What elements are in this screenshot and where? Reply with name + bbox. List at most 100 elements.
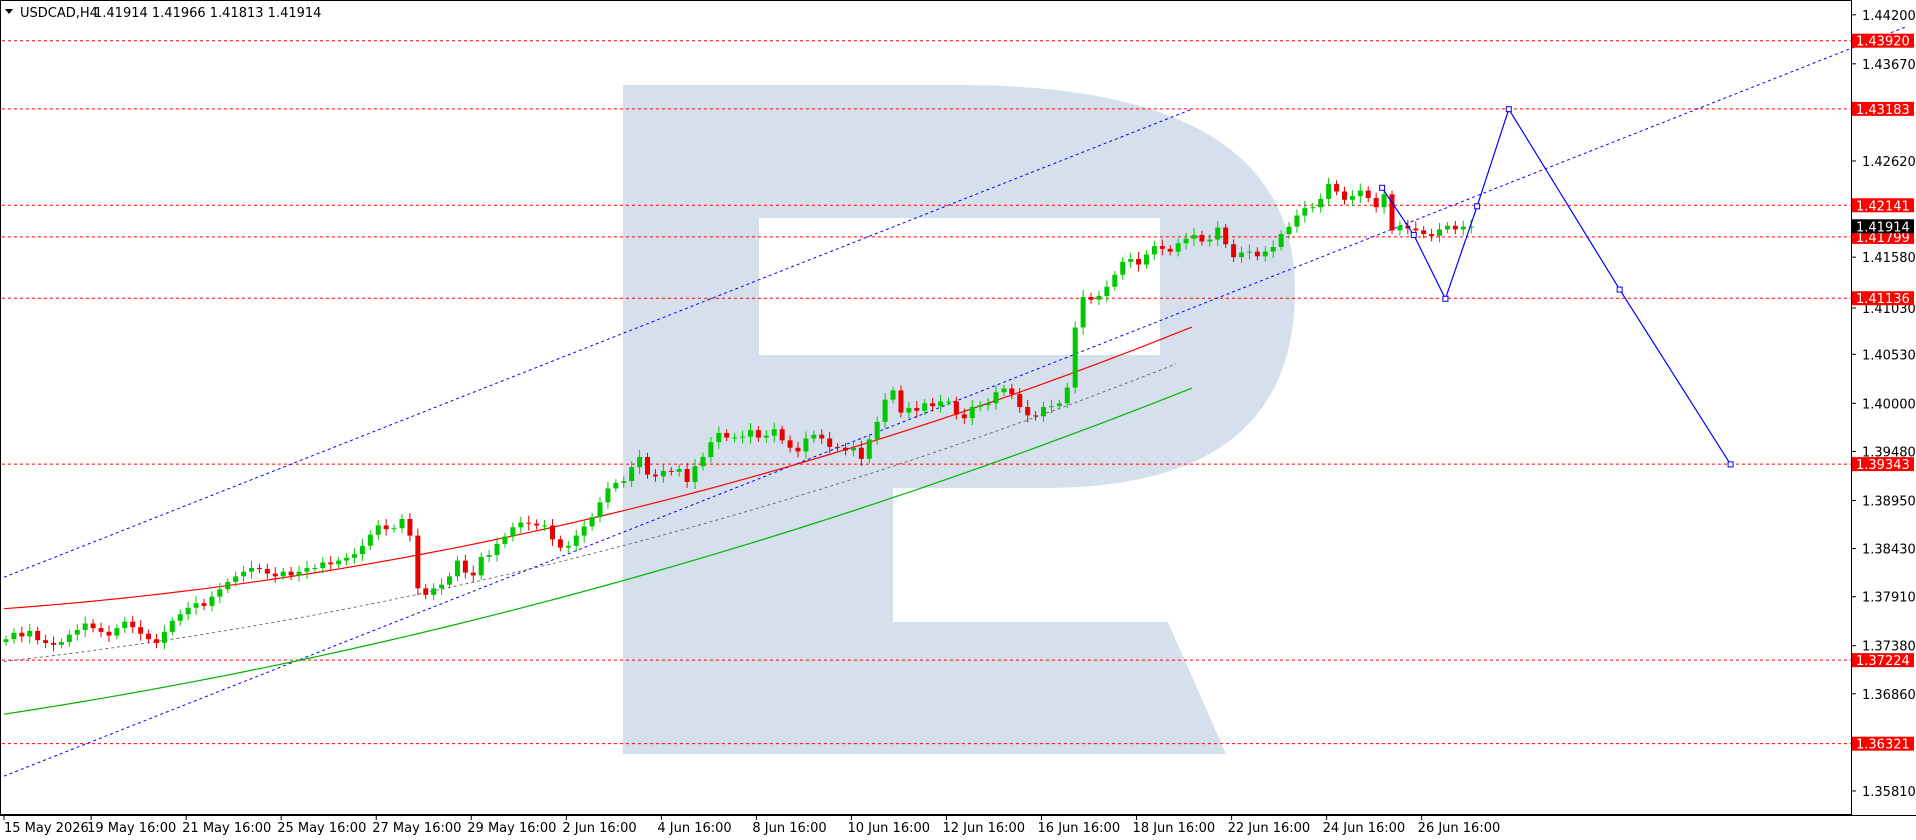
candle-body[interactable] — [827, 438, 833, 447]
candle-body[interactable] — [344, 557, 350, 561]
candle-body[interactable] — [1167, 248, 1173, 252]
candle-body[interactable] — [264, 568, 270, 574]
candle-body[interactable] — [581, 526, 587, 536]
candle-body[interactable] — [399, 518, 405, 529]
candle-body[interactable] — [478, 556, 484, 576]
candle-body[interactable] — [161, 631, 167, 643]
forecast-path[interactable] — [1381, 107, 1732, 465]
candle-body[interactable] — [431, 588, 437, 595]
candle-body[interactable] — [280, 571, 286, 577]
candle-body[interactable] — [763, 435, 769, 438]
candle-body[interactable] — [771, 429, 777, 436]
candle-body[interactable] — [637, 456, 643, 468]
forecast-point[interactable] — [1727, 461, 1734, 468]
candle-body[interactable] — [19, 632, 25, 637]
candle-body[interactable] — [486, 555, 492, 557]
candle-body[interactable] — [375, 525, 381, 535]
candle-body[interactable] — [43, 640, 49, 643]
candle-body[interactable] — [272, 573, 278, 577]
candle-body[interactable] — [423, 588, 429, 595]
candle-body[interactable] — [233, 576, 239, 582]
candle-body[interactable] — [359, 545, 365, 555]
candle-body[interactable] — [1326, 184, 1332, 199]
candle-body[interactable] — [328, 562, 334, 565]
candle-body[interactable] — [351, 554, 357, 558]
candle-body[interactable] — [1183, 238, 1189, 244]
candle-body[interactable] — [367, 534, 373, 546]
candle-body[interactable] — [74, 629, 80, 635]
candle-body[interactable] — [969, 407, 975, 419]
candle-body[interactable] — [241, 571, 247, 577]
candle-body[interactable] — [1041, 407, 1047, 417]
candle-body[interactable] — [1318, 198, 1324, 208]
candle-body[interactable] — [470, 572, 476, 576]
candle-body[interactable] — [613, 482, 619, 489]
candle-body[interactable] — [1302, 208, 1308, 216]
candle-body[interactable] — [1373, 197, 1379, 208]
candle-body[interactable] — [510, 527, 516, 537]
candle-body[interactable] — [1207, 239, 1213, 242]
candle-body[interactable] — [201, 603, 207, 606]
candle-body[interactable] — [1112, 274, 1118, 287]
candle-body[interactable] — [890, 390, 896, 400]
candle-body[interactable] — [938, 401, 944, 407]
candle-body[interactable] — [1009, 388, 1015, 395]
candle-body[interactable] — [1033, 415, 1039, 417]
candle-body[interactable] — [684, 469, 690, 482]
candle-body[interactable] — [27, 630, 33, 637]
candle-body[interactable] — [1199, 234, 1205, 242]
candle-body[interactable] — [755, 430, 761, 438]
candle-body[interactable] — [700, 456, 706, 467]
candle-body[interactable] — [692, 466, 698, 482]
candle-body[interactable] — [336, 560, 342, 565]
candle-body[interactable] — [1001, 388, 1007, 393]
candle-body[interactable] — [1294, 215, 1300, 227]
candle-body[interactable] — [1120, 261, 1126, 275]
candle-body[interactable] — [1286, 226, 1292, 235]
candle-body[interactable] — [320, 562, 326, 569]
candle-body[interactable] — [565, 545, 571, 548]
candle-body[interactable] — [66, 634, 72, 643]
candle-body[interactable] — [35, 630, 41, 641]
candle-body[interactable] — [914, 407, 920, 411]
candle-body[interactable] — [605, 488, 611, 503]
candle-body[interactable] — [1080, 296, 1086, 328]
candle-body[interactable] — [1270, 246, 1276, 252]
candle-body[interactable] — [645, 456, 651, 475]
candle-body[interactable] — [90, 623, 96, 629]
candle-body[interactable] — [945, 401, 951, 403]
candle-body[interactable] — [747, 430, 753, 437]
candle-body[interactable] — [1381, 194, 1387, 208]
candle-body[interactable] — [549, 525, 555, 540]
candle-body[interactable] — [383, 525, 389, 530]
candle-body[interactable] — [130, 621, 136, 628]
candle-body[interactable] — [193, 603, 199, 608]
candle-body[interactable] — [961, 414, 967, 419]
candle-body[interactable] — [1096, 296, 1102, 300]
candle-body[interactable] — [1159, 246, 1165, 249]
candle-body[interactable] — [58, 642, 64, 645]
candle-body[interactable] — [209, 596, 215, 606]
candle-body[interactable] — [138, 627, 144, 634]
candle-body[interactable] — [51, 642, 57, 645]
candle-body[interactable] — [843, 447, 849, 451]
candle-body[interactable] — [850, 447, 856, 451]
candle-body[interactable] — [447, 576, 453, 585]
candle-body[interactable] — [1397, 225, 1403, 231]
candle-body[interactable] — [676, 469, 682, 472]
candle-body[interactable] — [98, 628, 104, 632]
candle-body[interactable] — [977, 405, 983, 408]
candle-body[interactable] — [1349, 196, 1355, 200]
candle-body[interactable] — [1223, 227, 1229, 245]
candle-body[interactable] — [439, 584, 445, 589]
candle-body[interactable] — [534, 523, 540, 526]
candle-body[interactable] — [1460, 226, 1466, 230]
candle-body[interactable] — [811, 434, 817, 439]
candle-body[interactable] — [597, 502, 603, 518]
candle-body[interactable] — [1429, 234, 1435, 236]
candle-body[interactable] — [415, 535, 421, 589]
forecast-point[interactable] — [1616, 286, 1623, 293]
candle-body[interactable] — [391, 528, 397, 530]
candle-body[interactable] — [708, 442, 714, 457]
candle-body[interactable] — [803, 438, 809, 452]
